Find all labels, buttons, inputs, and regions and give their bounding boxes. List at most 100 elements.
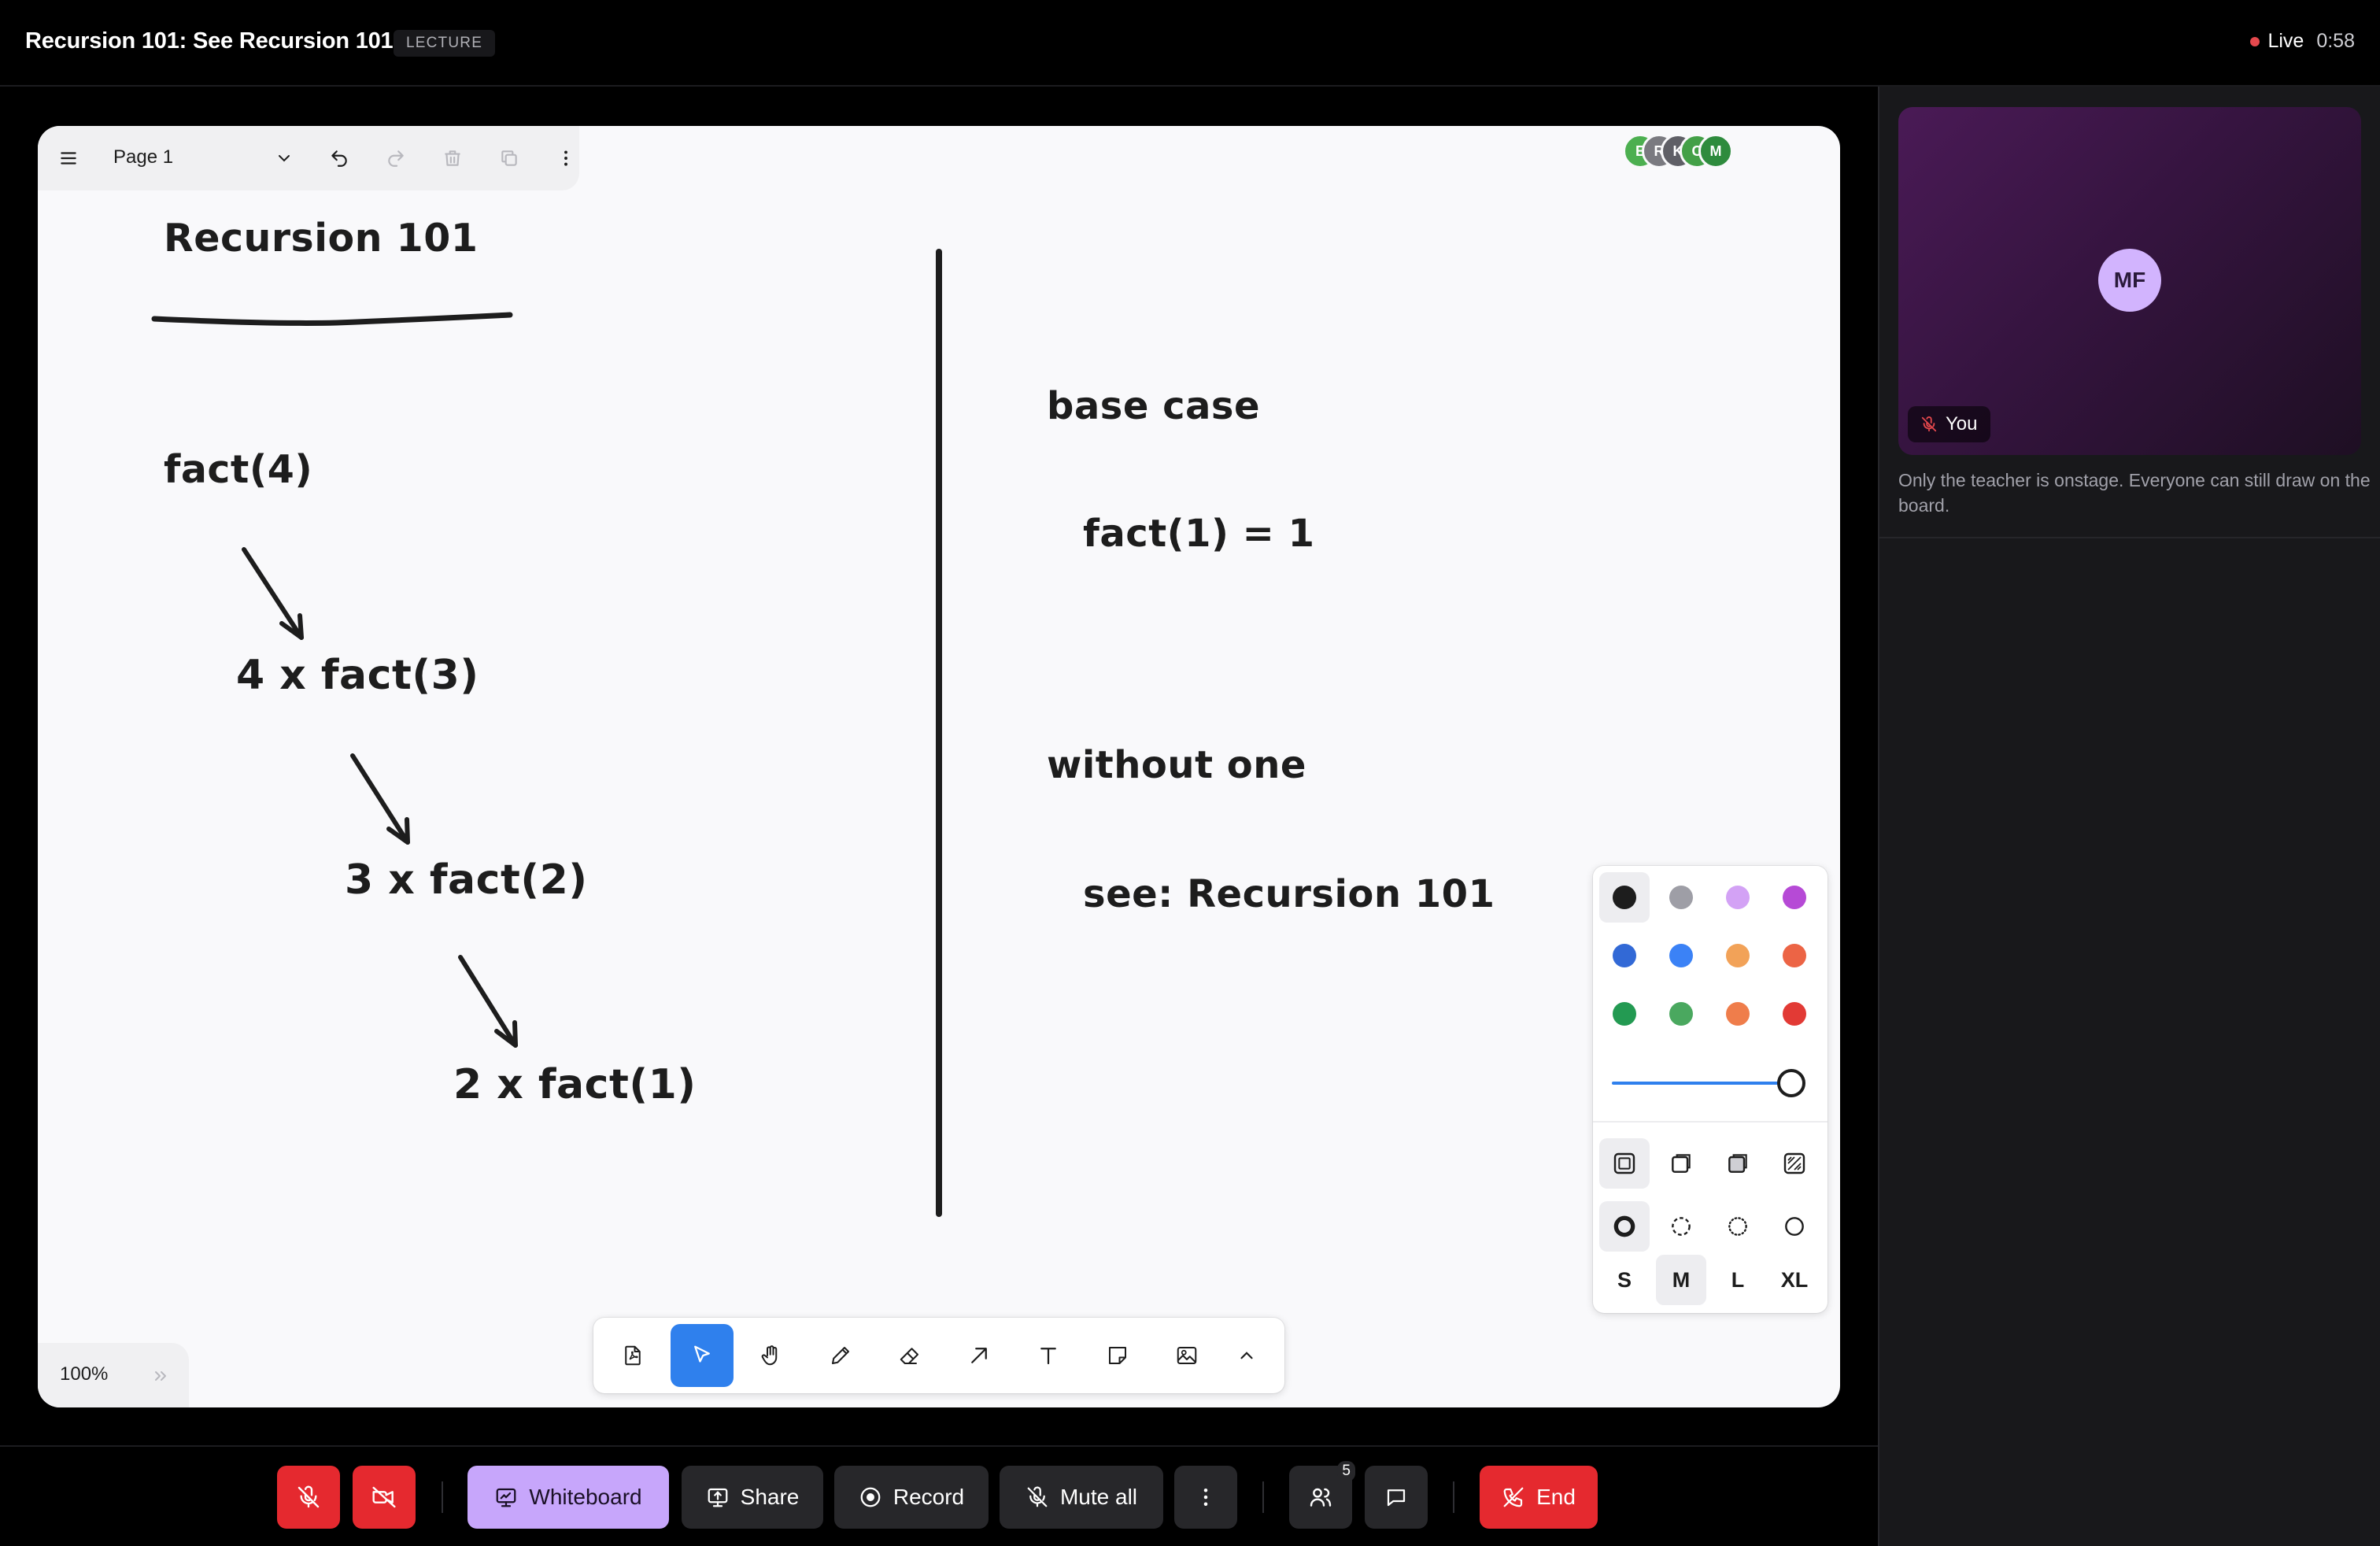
controls-separator bbox=[442, 1481, 443, 1513]
chat-button[interactable] bbox=[1365, 1466, 1428, 1529]
tool-eraser[interactable] bbox=[878, 1324, 941, 1387]
tool-media[interactable] bbox=[1155, 1324, 1218, 1387]
collaborator-avatar[interactable]: M bbox=[1698, 134, 1733, 168]
pencil-icon bbox=[832, 1347, 849, 1364]
tool-text[interactable] bbox=[1017, 1324, 1080, 1387]
record-button[interactable]: Record bbox=[834, 1466, 989, 1529]
color-dot bbox=[1669, 944, 1693, 967]
text-icon bbox=[1040, 1348, 1056, 1365]
slider-thumb[interactable] bbox=[1777, 1069, 1805, 1097]
mic-toggle-button[interactable] bbox=[277, 1466, 340, 1529]
stage-area: Recursion 101 fact(4) 4 x fact(3) 3 x fa… bbox=[0, 87, 1878, 1445]
share-label: Share bbox=[740, 1485, 800, 1509]
tool-select[interactable] bbox=[671, 1324, 734, 1387]
record-icon bbox=[860, 1487, 881, 1507]
duplicate-button[interactable] bbox=[491, 140, 527, 176]
duplicate-icon bbox=[501, 150, 517, 166]
image-icon bbox=[1177, 1347, 1197, 1364]
drawing-toolbar bbox=[593, 1318, 1284, 1393]
fill-none-icon bbox=[1613, 1152, 1635, 1174]
redo-icon bbox=[388, 150, 404, 167]
color-swatch[interactable] bbox=[1769, 989, 1820, 1039]
canvas-without-one-text[interactable]: without one bbox=[1047, 743, 1306, 787]
color-swatch[interactable] bbox=[1599, 872, 1650, 923]
title-underline-stroke bbox=[151, 312, 513, 326]
size-xl-button[interactable]: XL bbox=[1769, 1255, 1820, 1305]
zoom-panel: 100% bbox=[38, 1343, 189, 1407]
canvas-base-case-text[interactable]: base case bbox=[1047, 384, 1260, 428]
dash-dashed-button[interactable] bbox=[1656, 1201, 1706, 1252]
canvas-title-text[interactable]: Recursion 101 bbox=[164, 216, 478, 261]
self-video-tile[interactable]: MF You bbox=[1898, 107, 2361, 455]
self-name-tag: You bbox=[1908, 406, 1990, 442]
more-tools-button[interactable] bbox=[1215, 1324, 1278, 1387]
color-swatch[interactable] bbox=[1656, 930, 1706, 981]
color-dot bbox=[1726, 944, 1750, 967]
canvas-fact4-text[interactable]: fact(4) bbox=[164, 447, 312, 492]
dash-dotted-icon bbox=[1728, 1217, 1747, 1236]
main-menu-button[interactable] bbox=[50, 140, 87, 176]
tool-hand[interactable] bbox=[740, 1324, 803, 1387]
share-screen-button[interactable]: Share bbox=[682, 1466, 823, 1529]
dash-solid-button[interactable] bbox=[1769, 1201, 1820, 1252]
color-swatch[interactable] bbox=[1656, 872, 1706, 923]
color-swatch[interactable] bbox=[1713, 989, 1763, 1039]
tool-pdf[interactable] bbox=[601, 1324, 664, 1387]
phone-off-icon bbox=[1503, 1487, 1524, 1507]
ink-strokes bbox=[151, 249, 942, 1217]
canvas-fact1-text[interactable]: fact(1) = 1 bbox=[1083, 512, 1314, 556]
more-options-button[interactable] bbox=[1174, 1466, 1237, 1529]
page-dropdown-button[interactable] bbox=[266, 140, 302, 176]
live-dot-icon bbox=[2250, 36, 2260, 46]
stage-info-text: Only the teacher is onstage. Everyone ca… bbox=[1898, 470, 2371, 516]
delete-button[interactable] bbox=[434, 140, 471, 176]
mute-all-button[interactable]: Mute all bbox=[1000, 1466, 1163, 1529]
tool-arrow[interactable] bbox=[948, 1324, 1011, 1387]
color-swatch[interactable] bbox=[1769, 872, 1820, 923]
color-swatch[interactable] bbox=[1599, 989, 1650, 1039]
fill-none-button[interactable] bbox=[1599, 1138, 1650, 1189]
tool-draw[interactable] bbox=[809, 1324, 872, 1387]
canvas-see-text[interactable]: see: Recursion 101 bbox=[1083, 872, 1495, 916]
zoom-level[interactable]: 100% bbox=[60, 1363, 108, 1385]
whiteboard-canvas[interactable]: Recursion 101 fact(4) 4 x fact(3) 3 x fa… bbox=[38, 126, 1840, 1407]
fill-solid-button[interactable] bbox=[1713, 1138, 1763, 1189]
opacity-slider[interactable] bbox=[1612, 1067, 1809, 1099]
arrow-icon bbox=[971, 1348, 987, 1363]
size-m-button[interactable]: M bbox=[1656, 1255, 1706, 1305]
color-swatch[interactable] bbox=[1713, 872, 1763, 923]
fill-semi-button[interactable] bbox=[1656, 1138, 1706, 1189]
end-call-button[interactable]: End bbox=[1480, 1466, 1598, 1529]
fill-pattern-button[interactable] bbox=[1769, 1138, 1820, 1189]
color-swatch[interactable] bbox=[1769, 930, 1820, 981]
size-l-button[interactable]: L bbox=[1713, 1255, 1763, 1305]
color-dot bbox=[1726, 1002, 1750, 1026]
color-dot bbox=[1613, 886, 1636, 909]
canvas-step3-text[interactable]: 2 x fact(1) bbox=[453, 1061, 697, 1108]
chevron-up-icon bbox=[1240, 1352, 1253, 1359]
color-swatch[interactable] bbox=[1656, 989, 1706, 1039]
participants-sidebar: MF You Only the teacher is onstage. Ever… bbox=[1878, 87, 2380, 1546]
whiteboard-label: Whiteboard bbox=[529, 1485, 642, 1509]
whiteboard-button[interactable]: Whiteboard bbox=[468, 1466, 669, 1529]
tool-note[interactable] bbox=[1086, 1324, 1149, 1387]
call-controls-bar: Whiteboard Share Record Mute all 5 End bbox=[0, 1445, 1878, 1546]
dash-dotted-button[interactable] bbox=[1713, 1201, 1763, 1252]
redo-button[interactable] bbox=[378, 140, 414, 176]
screen-share-icon bbox=[708, 1488, 728, 1507]
canvas-step1-text[interactable]: 4 x fact(3) bbox=[236, 652, 479, 699]
dash-draw-button[interactable] bbox=[1599, 1201, 1650, 1252]
canvas-step2-text[interactable]: 3 x fact(2) bbox=[345, 856, 588, 904]
collaborator-avatars[interactable]: E R K C M bbox=[1623, 134, 1741, 168]
color-dot bbox=[1783, 886, 1806, 909]
color-swatch[interactable] bbox=[1713, 930, 1763, 981]
minimap-toggle-button[interactable] bbox=[145, 1360, 176, 1392]
size-s-button[interactable]: S bbox=[1599, 1255, 1650, 1305]
participants-count-badge: 5 bbox=[1337, 1461, 1355, 1481]
chevron-down-icon bbox=[279, 155, 290, 162]
more-actions-button[interactable] bbox=[548, 140, 584, 176]
participants-button[interactable]: 5 bbox=[1289, 1461, 1355, 1529]
camera-toggle-button[interactable] bbox=[353, 1466, 416, 1529]
color-swatch[interactable] bbox=[1599, 930, 1650, 981]
undo-button[interactable] bbox=[321, 140, 357, 176]
